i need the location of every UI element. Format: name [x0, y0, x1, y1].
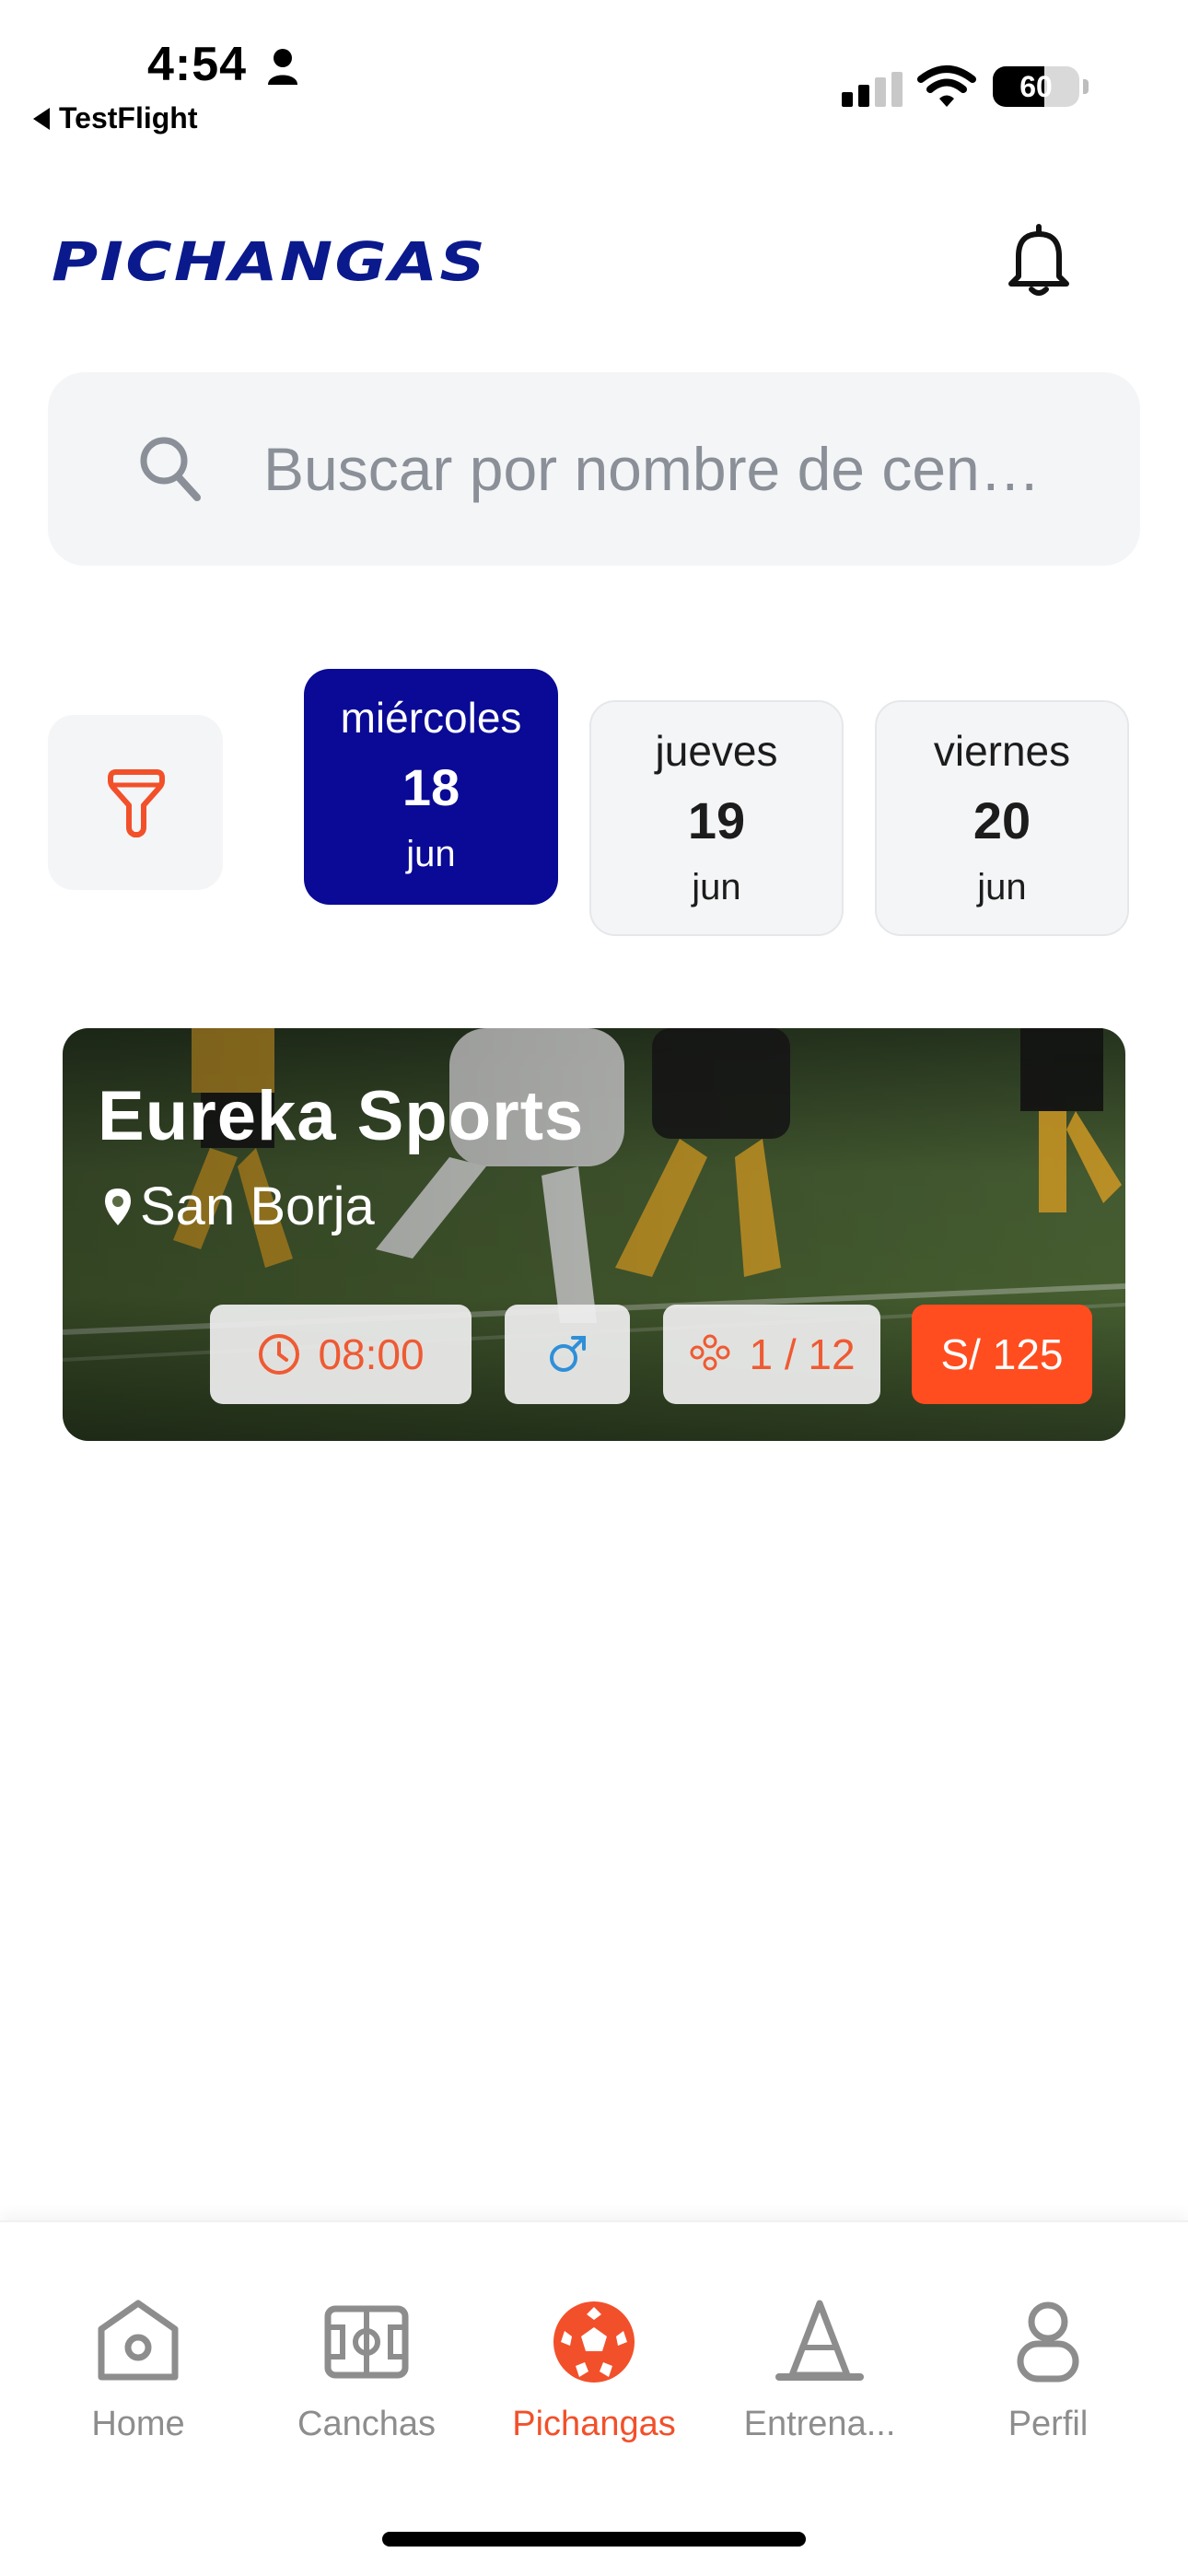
- match-price: S/ 125: [940, 1330, 1064, 1378]
- search-icon: [140, 437, 201, 501]
- venue-name: Eureka Sports: [98, 1077, 585, 1155]
- filter-icon: [108, 769, 165, 837]
- tab-entrenamientos-label: Entrena...: [743, 2405, 896, 2443]
- tab-pichangas[interactable]: Pichangas: [493, 2296, 695, 2471]
- date-card-20[interactable]: viernes 20 jun: [875, 700, 1129, 936]
- tab-home-label: Home: [91, 2405, 185, 2443]
- person-icon: [268, 49, 297, 85]
- date-card-18[interactable]: miércoles 18 jun: [304, 669, 558, 905]
- bell-icon[interactable]: [1004, 221, 1074, 299]
- match-time: 08:00: [318, 1330, 425, 1378]
- home-icon: [98, 2300, 179, 2381]
- battery-tip: [1083, 79, 1089, 94]
- cellular-signal-icon: [842, 72, 903, 107]
- field-icon: [324, 2305, 409, 2379]
- battery-indicator: 60: [993, 66, 1079, 107]
- tab-entrenamientos[interactable]: Entrena...: [718, 2296, 921, 2471]
- match-card[interactable]: Eureka Sports San Borja 08:00 1 / 12 S/ …: [63, 1028, 1125, 1441]
- wifi-icon: [917, 65, 976, 107]
- date-card-19[interactable]: jueves 19 jun: [589, 700, 844, 936]
- date-month: jun: [977, 867, 1027, 907]
- date-month: jun: [406, 834, 456, 874]
- date-weekday: miércoles: [340, 694, 522, 742]
- date-day: 18: [402, 758, 460, 816]
- tab-home[interactable]: Home: [37, 2296, 239, 2471]
- venue-district: San Borja: [140, 1177, 375, 1236]
- date-day: 20: [973, 791, 1031, 849]
- filter-button[interactable]: [48, 715, 223, 890]
- app-logo: PICHANGAS: [52, 230, 488, 293]
- date-day: 19: [687, 791, 746, 849]
- back-to-app-link[interactable]: TestFlight: [33, 101, 198, 135]
- home-indicator: [382, 2532, 806, 2547]
- clock: 4:54: [147, 38, 248, 91]
- soccer-ball-icon: [553, 2301, 635, 2383]
- status-bar: 4:54 TestFlight 60: [0, 0, 1188, 147]
- venue-location: San Borja: [103, 1176, 375, 1237]
- tab-perfil[interactable]: Perfil: [947, 2296, 1149, 2471]
- date-month: jun: [692, 867, 741, 907]
- group-icon: [690, 1334, 730, 1371]
- tab-canchas[interactable]: Canchas: [265, 2296, 468, 2471]
- bottom-tab-bar: Home Canchas Pichangas Entrena... Perfil: [0, 2220, 1188, 2576]
- date-weekday: jueves: [655, 727, 778, 775]
- tab-pichangas-label: Pichangas: [512, 2405, 676, 2443]
- date-weekday: viernes: [933, 727, 1071, 775]
- battery-percentage: 60: [1019, 69, 1053, 103]
- profile-icon: [1017, 2301, 1079, 2383]
- tab-canchas-label: Canchas: [297, 2405, 436, 2443]
- search-bar[interactable]: [48, 372, 1140, 566]
- tab-perfil-label: Perfil: [1007, 2405, 1089, 2443]
- gender-chip: [505, 1305, 630, 1404]
- back-arrow-icon: [33, 107, 50, 130]
- cone-icon: [775, 2300, 864, 2381]
- back-app-label: TestFlight: [59, 101, 198, 135]
- location-pin-icon: [105, 1188, 131, 1225]
- players-count: 1 / 12: [749, 1330, 856, 1378]
- time-chip: 08:00: [210, 1305, 472, 1404]
- players-chip: 1 / 12: [663, 1305, 880, 1404]
- price-chip: S/ 125: [912, 1305, 1092, 1404]
- male-icon: [550, 1336, 586, 1372]
- search-input[interactable]: [263, 431, 1129, 507]
- clock-icon: [259, 1334, 300, 1375]
